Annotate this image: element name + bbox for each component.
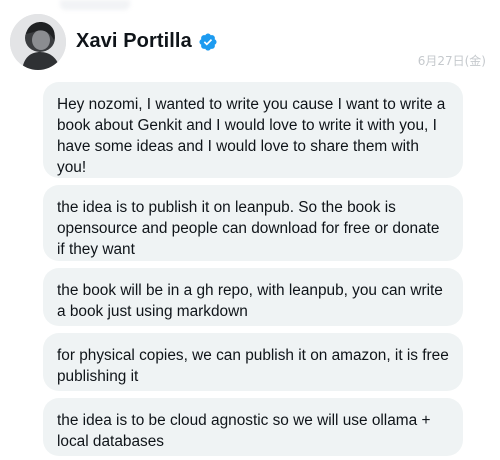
avatar[interactable] [10, 14, 66, 70]
message-timestamp: 6月27日(金) [417, 54, 486, 68]
message-list: Hey nozomi, I wanted to write you cause … [43, 82, 463, 460]
verified-badge-icon [198, 32, 218, 52]
sender-name[interactable]: Xavi Portilla [76, 30, 192, 53]
message-bubble[interactable]: Hey nozomi, I wanted to write you cause … [43, 82, 463, 178]
top-edge-artifact [60, 0, 130, 10]
message-bubble[interactable]: for physical copies, we can publish it o… [43, 333, 463, 391]
message-bubble[interactable]: the book will be in a gh repo, with lean… [43, 268, 463, 326]
message-bubble[interactable]: the idea is to be cloud agnostic so we w… [43, 398, 463, 456]
message-bubble[interactable]: the idea is to publish it on leanpub. So… [43, 185, 463, 261]
avatar-photo-icon [10, 14, 66, 70]
dm-sender-header: Xavi Portilla 6月27日(金) [10, 14, 490, 78]
sender-name-row: Xavi Portilla [76, 30, 218, 53]
